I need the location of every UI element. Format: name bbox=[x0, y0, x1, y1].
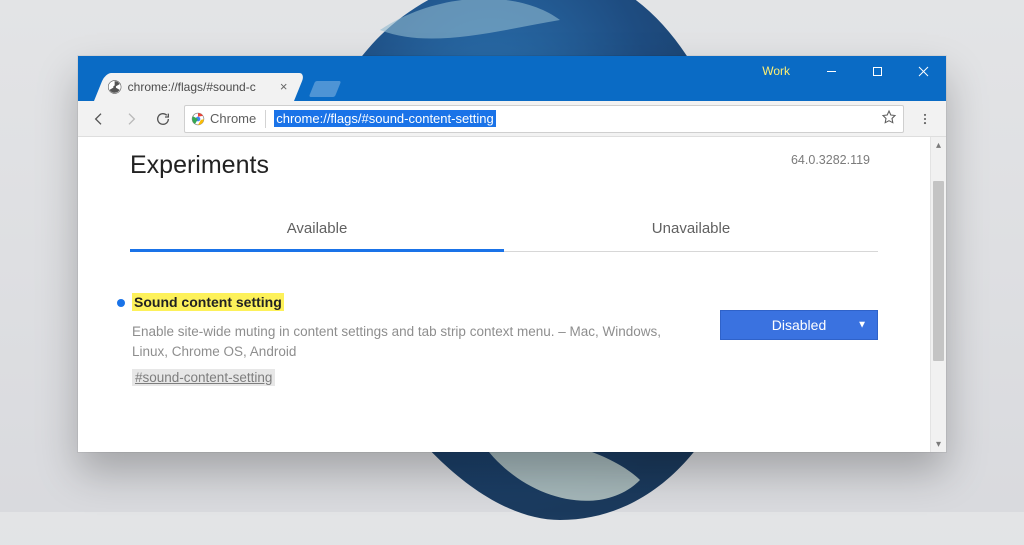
chrome-menu-button[interactable] bbox=[910, 105, 940, 133]
maximize-button[interactable] bbox=[854, 56, 900, 86]
flag-state-select[interactable]: Disabled ▼ bbox=[720, 310, 878, 340]
site-chip-label: Chrome bbox=[210, 111, 256, 126]
chrome-window: chrome://flags/#sound-c × Work Chrome bbox=[78, 56, 946, 452]
forward-button[interactable] bbox=[116, 105, 146, 133]
flag-row: Sound content setting Enable site-wide m… bbox=[130, 294, 878, 387]
browser-tab[interactable]: chrome://flags/#sound-c × bbox=[94, 73, 305, 101]
chrome-icon bbox=[191, 112, 205, 126]
close-button[interactable] bbox=[900, 56, 946, 86]
address-bar-url: chrome://flags/#sound-content-setting bbox=[274, 110, 496, 127]
flag-state-value: Disabled bbox=[772, 317, 826, 333]
scroll-up-icon[interactable]: ▴ bbox=[931, 137, 946, 153]
chrome-version: 64.0.3282.119 bbox=[791, 153, 870, 167]
profile-label[interactable]: Work bbox=[762, 64, 790, 78]
tab-unavailable[interactable]: Unavailable bbox=[504, 210, 878, 251]
minimize-button[interactable] bbox=[808, 56, 854, 86]
new-tab-button[interactable] bbox=[309, 81, 341, 97]
flag-description: Enable site-wide muting in content setti… bbox=[132, 322, 692, 363]
page-content: Experiments 64.0.3282.119 Available Unav… bbox=[78, 137, 930, 452]
flag-indicator-dot bbox=[117, 299, 125, 307]
window-titlebar[interactable]: chrome://flags/#sound-c × Work bbox=[78, 56, 946, 101]
browser-toolbar: Chrome chrome://flags/#sound-content-set… bbox=[78, 101, 946, 137]
page-title: Experiments bbox=[130, 151, 878, 180]
flags-tabs: Available Unavailable bbox=[130, 210, 878, 252]
tab-strip: chrome://flags/#sound-c × bbox=[80, 73, 338, 101]
tab-close-icon[interactable]: × bbox=[278, 81, 290, 93]
back-button[interactable] bbox=[84, 105, 114, 133]
chevron-down-icon: ▼ bbox=[857, 320, 867, 331]
address-bar[interactable]: Chrome chrome://flags/#sound-content-set… bbox=[184, 105, 904, 133]
reload-button[interactable] bbox=[148, 105, 178, 133]
site-identity-chip[interactable]: Chrome bbox=[191, 110, 274, 128]
radiation-icon bbox=[108, 80, 122, 94]
tab-title: chrome://flags/#sound-c bbox=[128, 80, 278, 94]
flag-anchor-link[interactable]: #sound-content-setting bbox=[132, 369, 275, 386]
window-controls: Work bbox=[762, 56, 946, 86]
scroll-down-icon[interactable]: ▾ bbox=[931, 436, 946, 452]
flag-title: Sound content setting bbox=[132, 293, 284, 311]
bookmark-star-icon[interactable] bbox=[881, 109, 897, 128]
tab-available[interactable]: Available bbox=[130, 210, 504, 252]
vertical-scrollbar[interactable]: ▴ ▾ bbox=[930, 137, 946, 452]
scroll-thumb[interactable] bbox=[933, 181, 944, 361]
